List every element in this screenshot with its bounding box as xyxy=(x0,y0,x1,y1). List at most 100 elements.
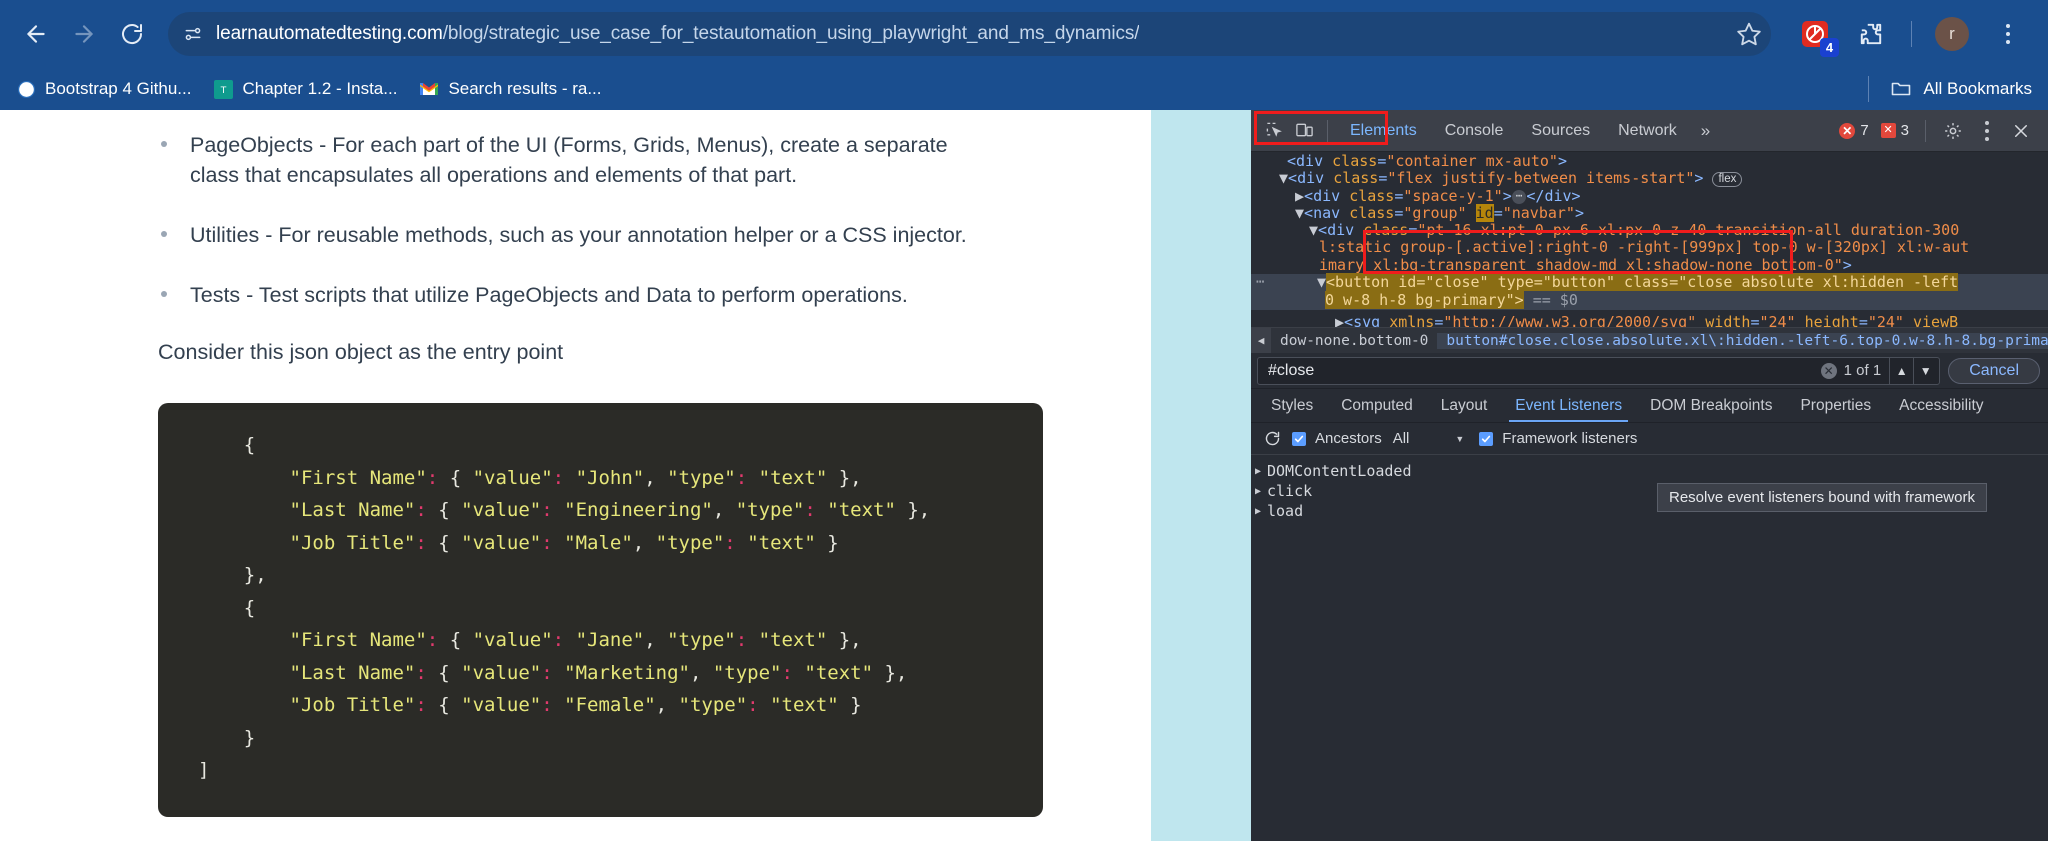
devtools-panel: Elements Console Sources Network » ✕ 7 ✕… xyxy=(1251,110,2048,841)
tab-properties[interactable]: Properties xyxy=(1786,390,1885,422)
three-dot-menu-icon[interactable] xyxy=(1988,14,2028,54)
address-bar-url: learnautomatedtesting.com/blog/strategic… xyxy=(216,23,1139,45)
chevron-down-icon[interactable]: ▼ xyxy=(1913,357,1937,384)
tab-event-listeners[interactable]: Event Listeners xyxy=(1501,390,1636,422)
tab-accessibility[interactable]: Accessibility xyxy=(1885,390,1997,422)
code-line: }, xyxy=(198,564,267,587)
ancestors-checkbox[interactable] xyxy=(1292,431,1306,446)
inspect-element-icon[interactable] xyxy=(1259,116,1289,146)
three-dot-menu-icon[interactable] xyxy=(1972,116,2002,146)
search-result-count: 1 of 1 xyxy=(1843,362,1882,379)
error-count-badge[interactable]: ✕ 7 xyxy=(1835,122,1872,139)
address-bar[interactable]: learnautomatedtesting.com/blog/strategic… xyxy=(168,12,1771,56)
code-line: "Last Name": { "value": "Engineering", "… xyxy=(289,499,931,522)
device-toolbar-icon[interactable] xyxy=(1289,116,1319,146)
gmail-icon xyxy=(419,79,439,99)
expand-triangle-icon[interactable]: ▶ xyxy=(1255,486,1267,497)
breadcrumb-scroll-left[interactable]: ◀ xyxy=(1251,328,1271,353)
list-item[interactable]: ▶ DOMContentLoaded xyxy=(1255,461,2048,481)
dom-line-selected[interactable]: 0 w-8 h-8 bg-primary"> == $0 xyxy=(1251,291,2048,311)
code-line: } xyxy=(198,726,256,749)
dom-line[interactable]: ▶<svg xmlns="http://www.w3.org/2000/svg"… xyxy=(1251,313,2048,327)
collapsed-content-badge[interactable]: ⋯ xyxy=(1511,189,1527,204)
code-line: "First Name": { "value": "Jane", "type":… xyxy=(289,629,862,652)
tab-sources[interactable]: Sources xyxy=(1517,111,1604,151)
book-icon: T xyxy=(213,79,233,99)
reload-button[interactable] xyxy=(110,12,154,56)
warning-count-badge[interactable]: ✕ 3 xyxy=(1877,122,1913,139)
listener-filter-select[interactable]: All ▼ xyxy=(1393,430,1465,447)
bookmark-item[interactable]: Bootstrap 4 Githu... xyxy=(16,79,191,99)
dom-line[interactable]: ▶<div class="space-y-1"> ⋯ </div> xyxy=(1251,187,2048,205)
code-line: "Job Title": { "value": "Female", "type"… xyxy=(289,694,862,717)
breadcrumb-item-prev[interactable]: dow-none.bottom-0 xyxy=(1271,333,1437,349)
avatar[interactable]: r xyxy=(1932,14,1972,54)
dom-line-selected[interactable]: ⋯ ▼<button id="close" type="button" class… xyxy=(1251,273,2048,293)
refresh-icon[interactable] xyxy=(1261,428,1283,450)
list-item: Tests - Test scripts that utilize PageOb… xyxy=(161,280,1000,310)
search-input[interactable]: #close ✕ 1 of 1 ▲ ▼ xyxy=(1257,356,1941,385)
cancel-button[interactable]: Cancel xyxy=(1948,357,2040,384)
forward-button[interactable] xyxy=(62,12,106,56)
tab-styles[interactable]: Styles xyxy=(1257,390,1327,422)
listener-filter-value: All xyxy=(1392,430,1410,447)
tooltip-content: Resolve event listeners bound with frame… xyxy=(1657,483,1987,512)
all-bookmarks-label: All Bookmarks xyxy=(1923,79,2032,98)
dom-line[interactable]: ▼<div class="pt-16 xl:pt-0 px-6 xl:px-0 … xyxy=(1251,222,2048,239)
expand-triangle-icon[interactable]: ▶ xyxy=(1255,466,1267,477)
tab-layout[interactable]: Layout xyxy=(1427,390,1502,422)
bookmark-star-icon[interactable] xyxy=(1729,14,1769,54)
ancestors-label: Ancestors xyxy=(1315,430,1382,447)
devtools-tabs: Elements Console Sources Network » xyxy=(1336,111,1720,151)
list-item: Utilities - For reusable methods, such a… xyxy=(161,220,1000,250)
bookmark-item[interactable]: T Chapter 1.2 - Insta... xyxy=(213,79,397,99)
bookmark-item[interactable]: Search results - ra... xyxy=(419,79,602,99)
url-path: /blog/strategic_use_case_for_testautomat… xyxy=(442,23,1140,44)
chevron-up-icon[interactable]: ▲ xyxy=(1889,357,1913,384)
listener-name: click xyxy=(1267,482,1313,500)
back-button[interactable] xyxy=(14,12,58,56)
error-count: 7 xyxy=(1860,122,1869,139)
bookmark-label: Bootstrap 4 Githu... xyxy=(45,79,192,98)
puzzle-piece-icon[interactable] xyxy=(1851,14,1891,54)
flex-badge[interactable]: flex xyxy=(1712,172,1743,188)
code-line: "Last Name": { "value": "Marketing", "ty… xyxy=(289,661,908,684)
dom-tree[interactable]: <div class="container mx-auto"> ▼<div cl… xyxy=(1251,152,2048,327)
dom-line[interactable]: ▼<nav class="group" id="navbar"> xyxy=(1251,203,2048,222)
code-block: { "First Name": { "value": "John", "type… xyxy=(158,403,1043,817)
framework-listeners-checkbox[interactable] xyxy=(1479,431,1494,446)
all-bookmarks-button[interactable]: All Bookmarks xyxy=(1858,76,2032,102)
folder-icon xyxy=(1891,79,1911,99)
code-line: { xyxy=(198,596,256,619)
selected-node-markup-cont: 0 w-8 h-8 bg-primary"> xyxy=(1325,291,1524,310)
tab-dom-breakpoints[interactable]: DOM Breakpoints xyxy=(1636,390,1786,422)
sidebar-tabs: Styles Computed Layout Event Listeners D… xyxy=(1251,389,2048,423)
close-icon[interactable] xyxy=(2006,116,2036,146)
breadcrumb-item-current[interactable]: button#close.close.absolute.xl\:hidden.-… xyxy=(1437,332,2048,349)
line-overflow-marker: ⋯ xyxy=(1256,274,1265,291)
list-item: PageObjects - For each part of the UI (F… xyxy=(161,130,1000,190)
code-line: "First Name": { "value": "John", "type":… xyxy=(289,466,862,489)
bookmark-label: Search results - ra... xyxy=(448,79,602,98)
browser-window: learnautomatedtesting.com/blog/strategic… xyxy=(0,0,2048,841)
expand-triangle-icon[interactable]: ▶ xyxy=(1255,506,1267,517)
dom-line[interactable]: imary xl:bg-transparent shadow-md xl:sha… xyxy=(1251,256,2048,274)
clear-search-icon[interactable]: ✕ xyxy=(1820,362,1837,379)
dom-line[interactable]: l:static group-[.active]:right-0 -right-… xyxy=(1251,239,2048,256)
tab-elements[interactable]: Elements xyxy=(1336,111,1431,151)
page-content: PageObjects - For each part of the UI (F… xyxy=(0,110,1151,841)
bookmarks-bar: Bootstrap 4 Githu... T Chapter 1.2 - Ins… xyxy=(0,68,2048,110)
tab-computed[interactable]: Computed xyxy=(1327,390,1427,422)
site-settings-icon[interactable] xyxy=(176,17,210,51)
topbar-divider-2 xyxy=(1925,119,1926,142)
framework-listeners-label: Framework listeners xyxy=(1502,430,1638,447)
gear-icon[interactable] xyxy=(1938,116,1968,146)
dom-line[interactable]: <div class="container mx-auto"> xyxy=(1251,152,2048,170)
more-tabs-icon[interactable]: » xyxy=(1691,121,1720,141)
listener-name: DOMContentLoaded xyxy=(1267,462,1412,480)
page-viewport: PageObjects - For each part of the UI (F… xyxy=(0,110,1251,841)
tab-console[interactable]: Console xyxy=(1431,111,1518,151)
dom-line[interactable]: ▼<div class="flex justify-between items-… xyxy=(1251,170,2048,188)
tab-network[interactable]: Network xyxy=(1604,111,1691,151)
extension-icon-red[interactable]: 4 xyxy=(1795,14,1839,57)
